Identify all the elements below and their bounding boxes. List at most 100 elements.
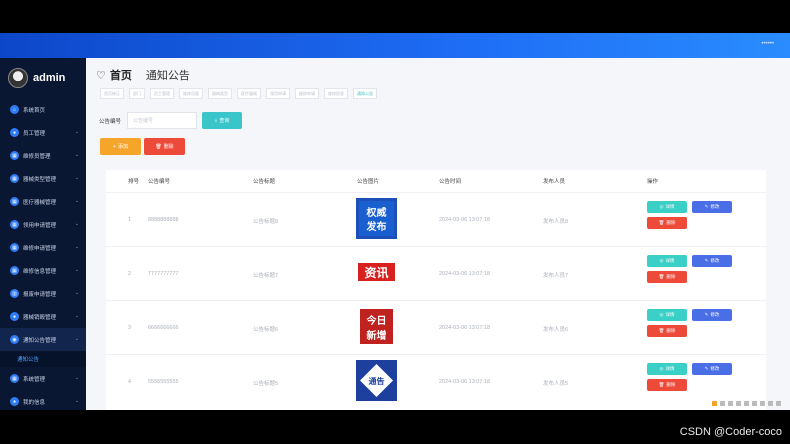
header-code: 公告编号 [148,179,171,185]
chevron-down-icon: ⌄ [74,398,79,404]
row-delete-button[interactable]: 🗑 删除 [647,325,687,337]
user-icon: ● [10,397,19,406]
tab-item[interactable]: 维修信息 [324,88,348,99]
cell-time: 2024-03-06 13:07:18 [439,217,491,223]
breadcrumb-tabs: 首页修正 部门 员工管理 维修员管 器械类型 医疗器械 领用申请 维修申请 维修信息 通知公告 [100,88,377,99]
cell-code: 6666666666 [148,325,179,331]
tab-item[interactable]: 部门 [129,88,145,99]
sidebar-item-label: 器械类型管理 [23,176,57,183]
chevron-down-icon: ⌄ [74,375,79,381]
tray-icon [744,401,749,406]
tab-item[interactable]: 维修员管 [179,88,203,99]
user-icon: ● [10,128,19,137]
cell-index: 2 [128,271,132,277]
tab-item[interactable]: 医疗器械 [237,88,261,99]
tab-item[interactable]: 通知公告 [353,88,377,99]
tab-item[interactable]: 维修申请 [295,88,319,99]
chevron-down-icon: ⌄ [74,221,79,227]
tray-icon [768,401,773,406]
trash-icon: 🗑 [658,328,665,333]
submenu-item-notice[interactable]: 通知公告 [0,351,86,367]
edit-button[interactable]: ✎ 修改 [692,201,732,213]
tray-icon [728,401,733,406]
search-button-label: 查询 [219,118,230,124]
row-delete-button[interactable]: 🗑 删除 [647,271,687,283]
cell-index: 1 [128,217,132,223]
view-button[interactable]: ◎ 详情 [647,255,687,267]
user-icon: ● [10,312,19,321]
search-icon: ⌕ [214,117,218,124]
sidebar-item-label: 通知公告管理 [23,337,57,344]
edit-button[interactable]: ✎ 修改 [692,363,732,375]
notice-thumbnail: 权威发布权威发布 [356,198,397,239]
tab-item[interactable]: 首页修正 [100,88,124,99]
chevron-down-icon: ⌄ [74,244,79,250]
delete-button[interactable]: 🗑 删除 [144,138,185,155]
delete-button-label: 删除 [163,144,174,150]
plus-icon: + [113,143,116,150]
sidebar-username: admin [33,72,66,84]
chevron-down-icon: ⌄ [74,152,79,158]
sidebar-item[interactable]: ⌂ 系统首页 [0,98,86,121]
tab-item[interactable]: 员工管理 [150,88,174,99]
sidebar-item[interactable]: ▦ 医疗器械管理 ⌄ [0,190,86,213]
row-delete-label: 删除 [666,220,676,225]
tray-icon [776,401,781,406]
view-button[interactable]: ◎ 详情 [647,201,687,213]
sidebar-item[interactable]: ● 员工管理 ⌄ [0,121,86,144]
pencil-icon: ✎ [704,258,709,263]
view-label: 详情 [665,258,675,263]
cell-time: 2024-03-06 13:07:18 [439,271,491,277]
notice-thumbnail: 通告通告 [356,360,397,401]
row-delete-label: 删除 [666,328,676,333]
edit-button[interactable]: ✎ 修改 [692,255,732,267]
edit-label: 修改 [710,312,720,317]
sidebar-item[interactable]: ▦ 维修申请管理 ⌄ [0,236,86,259]
trash-icon: 🗑 [658,274,665,279]
sidebar-item-label: 维修申请管理 [23,245,57,252]
edit-button[interactable]: ✎ 修改 [692,309,732,321]
home-title[interactable]: 首页 [110,67,132,83]
top-header-bar: •••••• [0,33,790,58]
search-input[interactable]: 公告编号 [127,112,197,129]
tray-icon [752,401,757,406]
pencil-icon: ✎ [704,204,709,209]
view-button[interactable]: ◎ 详情 [647,309,687,321]
main-content: ♡ 首页 通知公告 首页修正 部门 员工管理 维修员管 器械类型 医疗器械 领用申请 维修申请… [86,58,790,410]
cell-title: 公告标题8 [253,219,279,225]
view-button[interactable]: ◎ 详情 [647,363,687,375]
tab-item[interactable]: 领用申请 [266,88,290,99]
trash-icon: 🗑 [658,220,665,225]
sidebar-item[interactable]: ● 器械销毁管理 ⌄ [0,305,86,328]
search-label: 公告编号 [99,118,122,125]
row-delete-button[interactable]: 🗑 删除 [647,379,687,391]
edit-label: 修改 [710,258,720,263]
cell-index: 3 [128,325,132,331]
sidebar-item-label: 维修员管理 [23,153,51,160]
sidebar-item[interactable]: ▦ 器械类型管理 ⌄ [0,167,86,190]
sidebar-item[interactable]: ● 我的信息 ⌄ [0,390,86,410]
bottom-letterbox [0,410,790,444]
header-user[interactable]: •••••• [761,41,774,47]
grid-icon: ▦ [10,243,19,252]
pencil-icon: ✎ [704,366,709,371]
cell-publisher: 发布人员6 [543,327,569,333]
sidebar-item[interactable]: ◉ 通知公告管理 ⌄ [0,328,86,351]
edit-label: 修改 [710,366,720,371]
row-delete-button[interactable]: 🗑 删除 [647,217,687,229]
tab-item[interactable]: 器械类型 [208,88,232,99]
sidebar-menu: ⌂ 系统首页 ● 员工管理 ⌄ ▦ 维修员管理 ⌄ ▦ 器械类型管理 ⌄ ▦ 医疗器械管理 ⌄ ▦ 领用申请管… [0,98,86,410]
chevron-down-icon: ⌄ [74,336,79,342]
add-button[interactable]: + 添加 [100,138,141,155]
cell-code: 8888888888 [148,217,179,223]
search-button[interactable]: ⌕ 查询 [202,112,242,129]
cell-title: 公告标题6 [253,327,279,333]
sidebar-item-label: 器械销毁管理 [23,314,57,321]
header-time: 公告时间 [439,179,462,185]
sidebar-item[interactable]: ▦ 系统管理 ⌄ [0,367,86,390]
sidebar-item[interactable]: ▦ 维修信息管理 ⌄ [0,259,86,282]
sidebar-item[interactable]: ▦ 领用申请管理 ⌄ [0,213,86,236]
heart-icon: ♡ [96,69,106,82]
sidebar-item[interactable]: ▥ 报废申请管理 ⌄ [0,282,86,305]
sidebar-item[interactable]: ▦ 维修员管理 ⌄ [0,144,86,167]
